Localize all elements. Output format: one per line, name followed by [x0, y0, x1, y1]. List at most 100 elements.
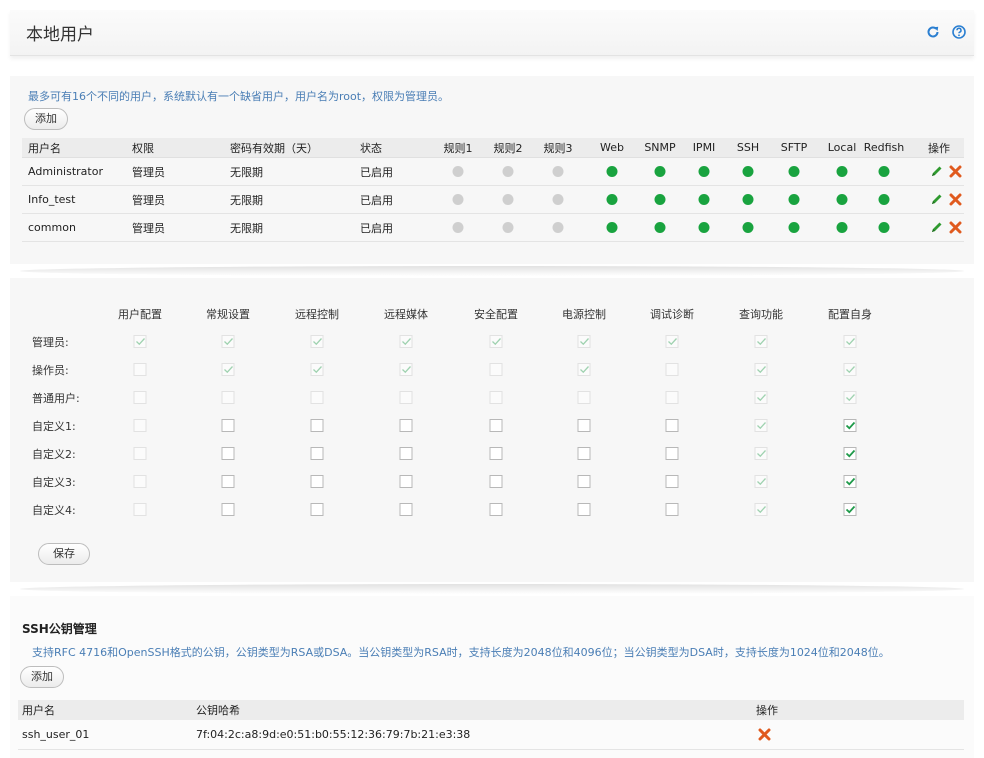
delete-icon[interactable]: [949, 193, 962, 206]
user-role: 管理员: [132, 193, 165, 207]
permission-col-header: 配置自身: [828, 308, 872, 321]
checked-checkbox[interactable]: [843, 447, 857, 460]
user-col-header: Local: [827, 141, 857, 154]
edit-icon[interactable]: [930, 193, 943, 206]
enabled-dot-icon: [742, 194, 754, 205]
header-actions: [926, 25, 966, 39]
unchecked-checkbox[interactable]: [665, 475, 679, 488]
unchecked-checkbox: [665, 391, 679, 404]
edit-icon[interactable]: [930, 165, 943, 178]
unchecked-checkbox: [133, 503, 147, 516]
add-ssh-key-button[interactable]: 添加: [20, 666, 64, 688]
ssh-col-ops: 操作: [756, 704, 778, 717]
checked-checkbox: [843, 363, 857, 376]
unchecked-checkbox[interactable]: [665, 419, 679, 432]
unchecked-checkbox[interactable]: [310, 475, 324, 488]
checked-checkbox: [221, 335, 235, 348]
permission-status-cell: [606, 186, 618, 213]
permission-status-cell: [502, 214, 514, 241]
unchecked-checkbox[interactable]: [399, 503, 413, 516]
permission-status-cell: [698, 186, 710, 213]
unchecked-checkbox[interactable]: [577, 503, 591, 516]
unchecked-checkbox: [133, 447, 147, 460]
unchecked-checkbox[interactable]: [310, 419, 324, 432]
checked-checkbox: [489, 335, 503, 348]
unchecked-checkbox[interactable]: [489, 419, 503, 432]
unchecked-checkbox[interactable]: [489, 447, 503, 460]
edit-icon[interactable]: [930, 221, 943, 234]
delete-icon[interactable]: [949, 221, 962, 234]
user-col-header: 操作: [928, 141, 950, 155]
action-group: [930, 165, 962, 178]
unchecked-checkbox[interactable]: [221, 475, 235, 488]
user-col-header: 状态: [360, 141, 382, 155]
permission-col-header: 调试诊断: [650, 308, 694, 321]
unchecked-checkbox[interactable]: [489, 503, 503, 516]
permission-col-header: 用户配置: [118, 308, 162, 321]
checked-checkbox: [310, 363, 324, 376]
permission-status-cell: [552, 158, 564, 185]
checked-checkbox[interactable]: [843, 503, 857, 516]
unchecked-checkbox[interactable]: [399, 447, 413, 460]
checked-checkbox: [754, 363, 768, 376]
unchecked-checkbox[interactable]: [665, 503, 679, 516]
delete-icon[interactable]: [758, 720, 771, 749]
unchecked-checkbox[interactable]: [221, 419, 235, 432]
add-user-button[interactable]: 添加: [24, 108, 68, 130]
delete-icon[interactable]: [949, 165, 962, 178]
unchecked-checkbox[interactable]: [665, 447, 679, 460]
user-row: common 管理员 无限期 已启用: [22, 214, 964, 242]
ssh-hint: 支持RFC 4716和OpenSSH格式的公钥，公钥类型为RSA或DSA。当公钥…: [32, 646, 890, 659]
page-title: 本地用户: [26, 25, 94, 45]
unchecked-checkbox: [577, 391, 591, 404]
unchecked-checkbox[interactable]: [489, 475, 503, 488]
permission-status-cell: [878, 214, 890, 241]
enabled-dot-icon: [788, 222, 800, 233]
permission-status-cell: [836, 186, 848, 213]
permission-status-cell: [698, 158, 710, 185]
permission-status-cell: [452, 214, 464, 241]
user-row: Info_test 管理员 无限期 已启用: [22, 186, 964, 214]
save-button[interactable]: 保存: [38, 543, 90, 565]
permission-row-label: 自定义2:: [32, 448, 76, 461]
ssh-col-hash: 公钥哈希: [196, 704, 240, 717]
unchecked-checkbox[interactable]: [310, 503, 324, 516]
user-col-header: IPMI: [692, 141, 716, 154]
unchecked-checkbox[interactable]: [399, 475, 413, 488]
ssh-row-hash: 7f:04:2c:a8:9d:e0:51:b0:55:12:36:79:7b:2…: [196, 728, 471, 741]
unchecked-checkbox: [133, 363, 147, 376]
unchecked-checkbox[interactable]: [577, 475, 591, 488]
section-divider: [20, 266, 964, 276]
unchecked-checkbox[interactable]: [221, 447, 235, 460]
user-col-header: 规则2: [493, 141, 523, 155]
enabled-dot-icon: [836, 222, 848, 233]
unchecked-checkbox[interactable]: [399, 419, 413, 432]
unchecked-checkbox[interactable]: [577, 447, 591, 460]
users-section: 最多可有16个不同的用户，系统默认有一个缺省用户，用户名为root，权限为管理员…: [10, 76, 974, 264]
unchecked-checkbox[interactable]: [577, 419, 591, 432]
checked-checkbox[interactable]: [843, 475, 857, 488]
help-icon[interactable]: [952, 25, 966, 39]
user-actions: [930, 158, 962, 185]
permission-col-header: 远程媒体: [384, 308, 428, 321]
permission-status-cell: [742, 186, 754, 213]
user-col-header: 密码有效期（天）: [230, 141, 318, 155]
checked-checkbox[interactable]: [843, 419, 857, 432]
permission-row-label: 自定义1:: [32, 420, 76, 433]
permission-status-cell: [502, 158, 514, 185]
user-actions: [930, 186, 962, 213]
unchecked-checkbox: [133, 419, 147, 432]
refresh-icon[interactable]: [926, 25, 940, 39]
disabled-dot-icon: [552, 222, 564, 233]
permission-status-cell: [788, 158, 800, 185]
enabled-dot-icon: [606, 222, 618, 233]
unchecked-checkbox[interactable]: [310, 447, 324, 460]
permission-row-label: 管理员:: [32, 336, 69, 349]
user-status: 已启用: [360, 221, 393, 235]
disabled-dot-icon: [552, 194, 564, 205]
user-col-header: 规则1: [443, 141, 473, 155]
checked-checkbox: [399, 363, 413, 376]
unchecked-checkbox[interactable]: [221, 503, 235, 516]
enabled-dot-icon: [878, 166, 890, 177]
unchecked-checkbox: [310, 391, 324, 404]
